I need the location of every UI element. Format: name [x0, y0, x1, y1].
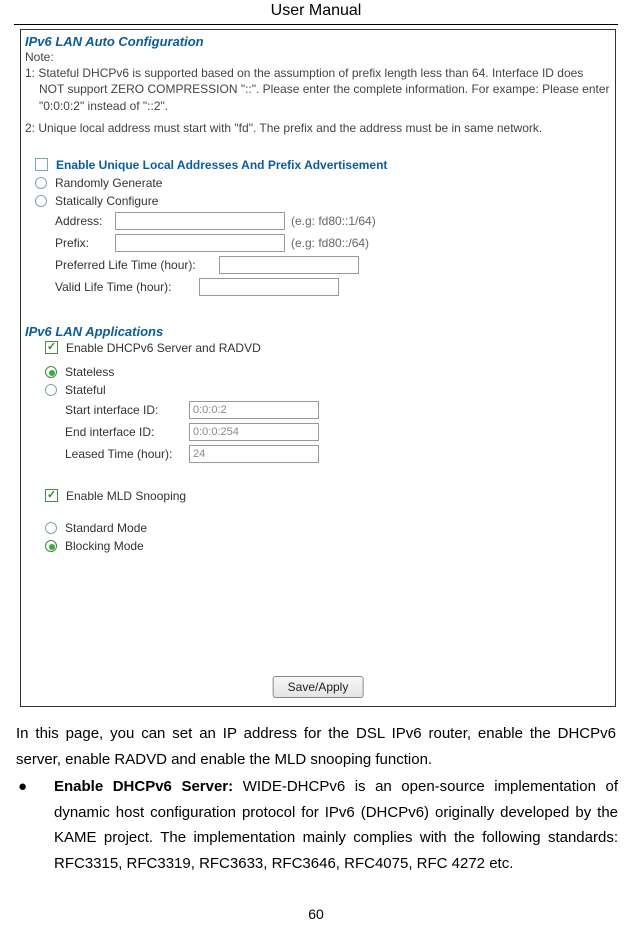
- section-ipv6-lan-auto: IPv6 LAN Auto Configuration: [21, 30, 615, 49]
- radio-blocking-mode[interactable]: [45, 540, 57, 552]
- row-valid-life: Valid Life Time (hour):: [21, 276, 615, 298]
- paragraph-intro: In this page, you can set an IP address …: [16, 721, 616, 772]
- input-end-id[interactable]: [189, 423, 319, 441]
- note-2: 2: Unique local address must start with …: [25, 120, 611, 136]
- row-enable-ula: Enable Unique Local Addresses And Prefix…: [21, 156, 615, 174]
- radio-stateless[interactable]: [45, 366, 57, 378]
- checkbox-enable-ula[interactable]: [35, 158, 48, 171]
- label-static-configure: Statically Configure: [55, 194, 158, 208]
- label-end-id: End interface ID:: [65, 425, 189, 439]
- input-address[interactable]: [115, 212, 285, 230]
- row-leased: Leased Time (hour):: [21, 443, 615, 465]
- hint-address: (e.g: fd80::1/64): [291, 214, 376, 228]
- input-leased[interactable]: [189, 445, 319, 463]
- hint-prefix: (e.g: fd80::/64): [291, 236, 369, 250]
- page-header: User Manual: [14, 0, 618, 25]
- label-blocking-mode: Blocking Mode: [65, 539, 144, 553]
- radio-stateful[interactable]: [45, 384, 57, 396]
- note-block: Note: 1: Stateful DHCPv6 is supported ba…: [21, 49, 615, 142]
- bullet-icon: ●: [16, 774, 50, 876]
- input-pref-life[interactable]: [219, 256, 359, 274]
- row-stateless: Stateless: [21, 363, 615, 381]
- save-apply-button[interactable]: Save/Apply: [273, 676, 364, 698]
- note-label: Note:: [25, 49, 611, 65]
- section-ipv6-lan-apps: IPv6 LAN Applications: [21, 320, 615, 339]
- label-start-id: Start interface ID:: [65, 403, 189, 417]
- note-1: 1: Stateful DHCPv6 is supported based on…: [25, 65, 611, 114]
- bullet-title: Enable DHCPv6 Server:: [54, 778, 243, 795]
- label-pref-life: Preferred Life Time (hour):: [55, 258, 219, 272]
- radio-random-generate[interactable]: [35, 177, 47, 189]
- bullet-enable-dhcpv6: ● Enable DHCPv6 Server: WIDE-DHCPv6 is a…: [16, 774, 618, 876]
- input-start-id[interactable]: [189, 401, 319, 419]
- row-stateful: Stateful: [21, 381, 615, 399]
- row-pref-life: Preferred Life Time (hour):: [21, 254, 615, 276]
- radio-standard-mode[interactable]: [45, 522, 57, 534]
- label-enable-ula: Enable Unique Local Addresses And Prefix…: [56, 158, 387, 172]
- radio-static-configure[interactable]: [35, 195, 47, 207]
- config-screenshot: IPv6 LAN Auto Configuration Note: 1: Sta…: [20, 29, 616, 707]
- label-leased: Leased Time (hour):: [65, 447, 189, 461]
- label-address: Address:: [55, 214, 115, 228]
- label-standard-mode: Standard Mode: [65, 521, 147, 535]
- checkbox-enable-dhcpv6[interactable]: [45, 341, 58, 354]
- bullet-text: Enable DHCPv6 Server: WIDE-DHCPv6 is an …: [50, 774, 618, 876]
- row-end-id: End interface ID:: [21, 421, 615, 443]
- page-number: 60: [0, 906, 632, 922]
- row-static-configure: Statically Configure: [21, 192, 615, 210]
- row-enable-mld: Enable MLD Snooping: [21, 487, 615, 505]
- row-standard-mode: Standard Mode: [21, 519, 615, 537]
- row-start-id: Start interface ID:: [21, 399, 615, 421]
- input-valid-life[interactable]: [199, 278, 339, 296]
- label-prefix: Prefix:: [55, 236, 115, 250]
- label-random-generate: Randomly Generate: [55, 176, 162, 190]
- row-random-generate: Randomly Generate: [21, 174, 615, 192]
- row-blocking-mode: Blocking Mode: [21, 537, 615, 555]
- row-address: Address: (e.g: fd80::1/64): [21, 210, 615, 232]
- label-stateless: Stateless: [65, 365, 114, 379]
- label-enable-dhcpv6: Enable DHCPv6 Server and RADVD: [66, 341, 261, 355]
- checkbox-enable-mld[interactable]: [45, 489, 58, 502]
- row-enable-dhcpv6: Enable DHCPv6 Server and RADVD: [21, 339, 615, 357]
- input-prefix[interactable]: [115, 234, 285, 252]
- label-enable-mld: Enable MLD Snooping: [66, 489, 186, 503]
- row-prefix: Prefix: (e.g: fd80::/64): [21, 232, 615, 254]
- label-valid-life: Valid Life Time (hour):: [55, 280, 199, 294]
- label-stateful: Stateful: [65, 383, 106, 397]
